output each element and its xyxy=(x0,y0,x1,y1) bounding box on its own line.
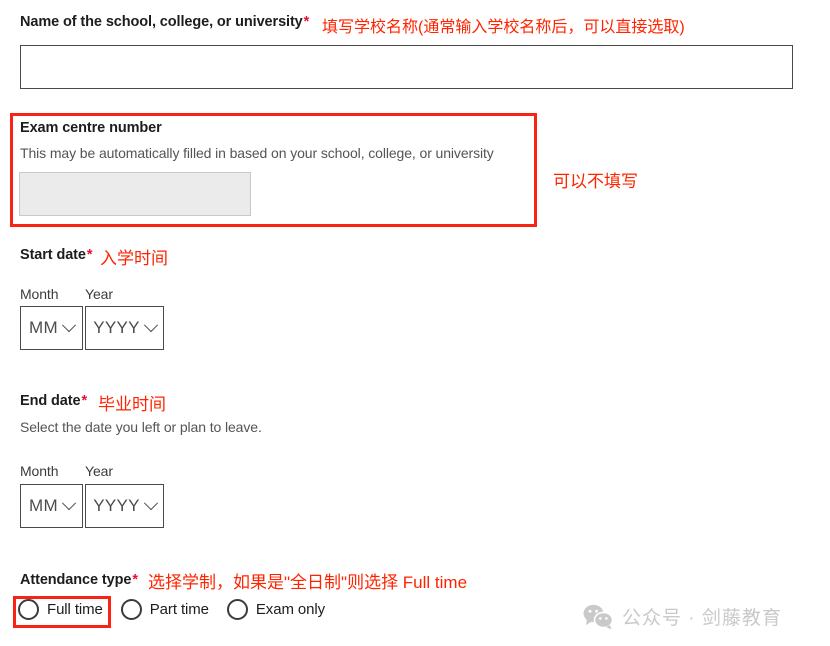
attendance-type-label: Attendance type* xyxy=(20,572,138,588)
start-date-year-label: Year xyxy=(85,286,113,302)
required-asterisk: * xyxy=(303,14,310,30)
end-date-month-select[interactable]: MM xyxy=(20,484,83,528)
start-date-label: Start date* xyxy=(20,247,93,263)
start-date-month-label: Month xyxy=(20,286,59,302)
end-date-label-text: End date xyxy=(20,393,81,409)
end-date-year-value: YYYY xyxy=(93,496,140,515)
required-asterisk: * xyxy=(86,247,93,263)
exam-centre-hint: This may be automatically filled in base… xyxy=(20,145,494,161)
start-date-month-select[interactable]: MM xyxy=(20,306,83,350)
annotation-school-name: 填写学校名称(通常输入学校名称后，可以直接选取) xyxy=(322,19,685,36)
radio-label-full-time: Full time xyxy=(47,601,103,618)
required-asterisk: * xyxy=(81,393,87,409)
end-date-month-value: MM xyxy=(29,496,58,515)
radio-label-part-time: Part time xyxy=(149,601,209,618)
watermark: 公众号 · 剑藤教育 xyxy=(583,603,782,630)
school-name-label: Name of the school, college, or universi… xyxy=(20,14,309,30)
end-date-selects: MM YYYY xyxy=(20,484,164,528)
attendance-type-radio-group: Full time Part time Exam only xyxy=(18,599,325,620)
annotation-end-date: 毕业时间 xyxy=(98,395,166,414)
wechat-icon xyxy=(583,604,613,629)
chevron-down-icon xyxy=(61,496,77,511)
exam-centre-label: Exam centre number xyxy=(20,120,162,136)
start-date-year-select[interactable]: YYYY xyxy=(85,306,164,350)
end-date-year-select[interactable]: YYYY xyxy=(85,484,164,528)
exam-centre-input[interactable] xyxy=(19,172,251,216)
watermark-text: 公众号 · 剑藤教育 xyxy=(622,608,782,629)
start-date-year-value: YYYY xyxy=(93,318,140,337)
radio-circle-icon[interactable] xyxy=(18,599,39,620)
school-name-label-text: Name of the school, college, or universi… xyxy=(20,14,303,30)
end-date-year-label: Year xyxy=(85,463,113,479)
chevron-down-icon xyxy=(143,318,158,333)
chevron-down-icon xyxy=(61,318,77,333)
end-date-hint: Select the date you left or plan to leav… xyxy=(20,419,262,435)
attendance-type-label-text: Attendance type xyxy=(20,572,132,588)
required-asterisk: * xyxy=(132,572,138,588)
radio-circle-icon[interactable] xyxy=(120,599,142,620)
start-date-selects: MM YYYY xyxy=(20,306,164,350)
end-date-label: End date* xyxy=(20,393,87,409)
radio-option-exam-only[interactable]: Exam only xyxy=(226,599,326,620)
annotation-attendance-type: 选择学制，如果是"全日制"则选择 Full time xyxy=(148,573,468,592)
start-date-label-text: Start date xyxy=(20,247,86,263)
radio-circle-icon[interactable] xyxy=(226,599,248,620)
annotation-exam-centre: 可以不填写 xyxy=(553,172,638,191)
annotation-start-date: 入学时间 xyxy=(100,249,168,268)
start-date-month-value: MM xyxy=(29,318,58,337)
radio-option-full-time[interactable]: Full time xyxy=(18,599,103,620)
radio-label-exam-only: Exam only xyxy=(255,601,326,618)
school-name-input[interactable] xyxy=(20,45,793,89)
radio-option-part-time[interactable]: Part time xyxy=(120,599,209,620)
chevron-down-icon xyxy=(143,496,158,511)
end-date-month-label: Month xyxy=(20,463,59,479)
